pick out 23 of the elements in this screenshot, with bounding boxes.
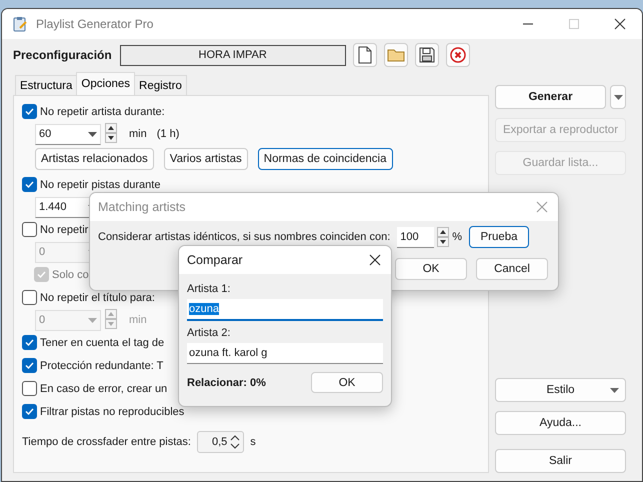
checkbox-label: En caso de error, crear un	[40, 382, 168, 394]
checkbox-label: Tener en cuenta el tag de	[40, 336, 164, 348]
duration-note: (1 h)	[156, 128, 180, 140]
dialog-title: Comparar	[187, 253, 243, 267]
preset-label: Preconfiguración	[13, 48, 112, 62]
checkbox-label: No repetir artista durante:	[40, 106, 165, 118]
threshold-label: Considerar artistas idénticos, si sus nombres coinciden con:	[98, 231, 390, 243]
checkbox-label: No repetir el título para:	[40, 292, 155, 304]
dialog-title: Matching artists	[98, 200, 186, 214]
unit-label: s	[250, 436, 256, 448]
checkbox-label: Solo co	[52, 268, 89, 280]
window-title: Playlist Generator Pro	[36, 17, 154, 31]
unit-label: min	[129, 128, 147, 140]
field-label: Artista 1:	[187, 283, 232, 295]
crossfader-label: Tiempo de crossfader entre pistas:	[22, 436, 191, 448]
field-label: Artista 2:	[187, 327, 232, 339]
checkbox-label: No repetir	[40, 224, 88, 236]
unit-label: min	[129, 314, 147, 326]
match-result: Relacionar: 0%	[187, 376, 266, 388]
checkbox-label: No repetir pistas durante	[40, 178, 160, 190]
percent-label: %	[452, 231, 462, 243]
checkbox-label: Filtrar pistas no reproducibles	[40, 406, 184, 418]
checkbox-label: Protección redundante: T	[40, 360, 164, 372]
